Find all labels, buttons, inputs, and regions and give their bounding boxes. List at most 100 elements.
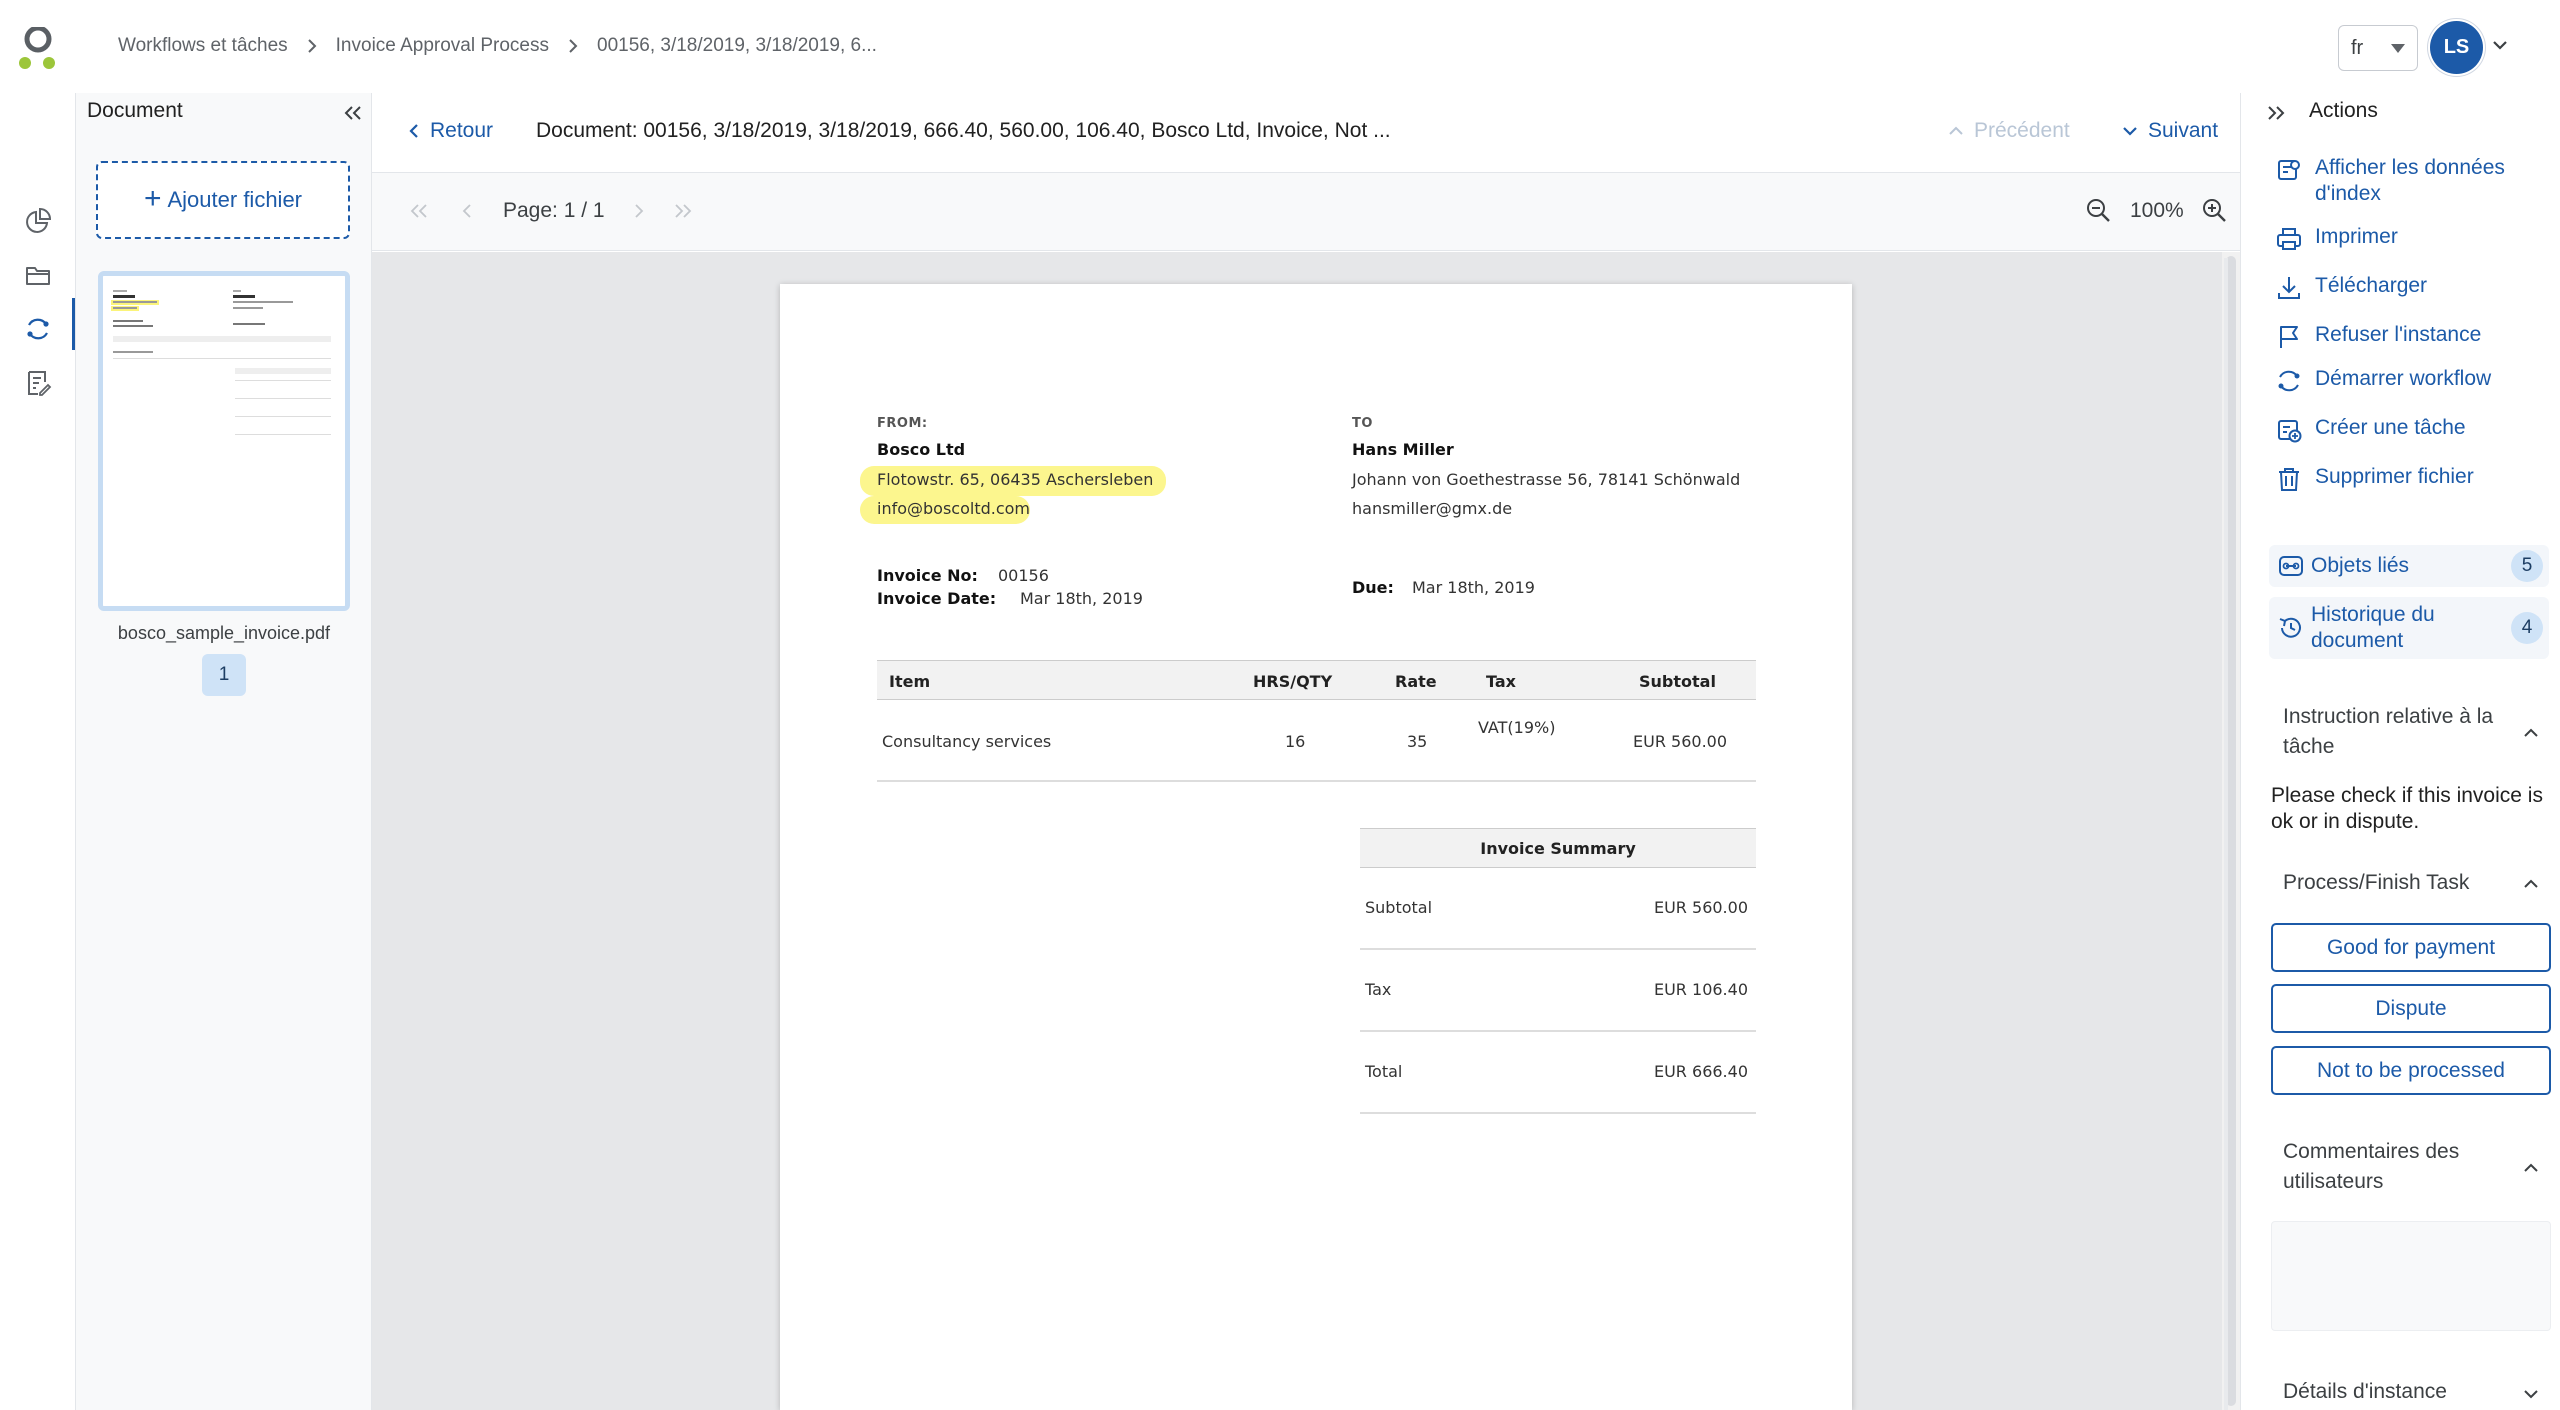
language-value: fr bbox=[2351, 36, 2364, 59]
action-print[interactable]: Imprimer bbox=[2275, 224, 2398, 253]
folder-icon[interactable] bbox=[20, 257, 56, 293]
document-file-name[interactable]: bosco_sample_invoice.pdf bbox=[76, 623, 372, 644]
viewer-scrollbar[interactable] bbox=[2224, 258, 2228, 1410]
action-label: Démarrer workflow bbox=[2315, 367, 2492, 390]
good-for-payment-button[interactable]: Good for payment bbox=[2271, 923, 2551, 972]
column-header: Item bbox=[889, 672, 931, 691]
workflow-icon bbox=[2278, 370, 2300, 392]
column-header: HRS/QTY bbox=[1253, 672, 1333, 691]
action-refuse-instance[interactable]: Refuser l'instance bbox=[2275, 322, 2481, 351]
breadcrumb: Workflows et tâches Invoice Approval Pro… bbox=[118, 31, 877, 61]
index-data-icon bbox=[2278, 160, 2300, 180]
document-thumbnail[interactable] bbox=[98, 271, 350, 611]
action-download[interactable]: Télécharger bbox=[2275, 273, 2427, 302]
comments-area[interactable] bbox=[2271, 1221, 2551, 1331]
rate-cell: 35 bbox=[1407, 732, 1428, 751]
previous-page-icon[interactable] bbox=[456, 202, 478, 220]
action-delete-file[interactable]: Supprimer fichier bbox=[2275, 464, 2474, 493]
app-logo[interactable] bbox=[18, 27, 58, 71]
summary-value: EUR 666.40 bbox=[1653, 1062, 1748, 1081]
summary-label: Total bbox=[1365, 1062, 1403, 1081]
avatar[interactable]: LS bbox=[2430, 21, 2483, 74]
caret-down-icon bbox=[2391, 44, 2405, 53]
summary-value: EUR 106.40 bbox=[1653, 980, 1748, 999]
action-label: Créer une tâche bbox=[2315, 416, 2466, 439]
viewer-toolbar: Page: 1 / 1 100% bbox=[372, 173, 2240, 251]
chevron-up-icon[interactable] bbox=[2523, 879, 2539, 889]
next-page-icon[interactable] bbox=[628, 202, 650, 220]
document-history-button[interactable]: Historique du document 4 bbox=[2269, 597, 2549, 659]
expand-right-icon[interactable] bbox=[2265, 103, 2287, 123]
table-row: Tax EUR 106.40 bbox=[1360, 950, 1756, 1032]
linked-objects-count: 5 bbox=[2511, 550, 2543, 582]
to-name: Hans Miller bbox=[1352, 440, 1454, 459]
collapse-left-icon[interactable] bbox=[342, 103, 364, 123]
previous-button[interactable]: Précédent bbox=[1948, 119, 2070, 143]
chevron-down-icon[interactable] bbox=[2523, 1389, 2539, 1399]
invoice-page: FROM: Bosco Ltd Flotowstr. 65, 06435 Asc… bbox=[780, 284, 1852, 1410]
action-start-workflow[interactable]: Démarrer workflow bbox=[2275, 366, 2491, 395]
tasks-icon[interactable] bbox=[20, 365, 56, 401]
add-file-label: Ajouter fichier bbox=[167, 187, 303, 212]
chevron-down-icon[interactable] bbox=[2492, 40, 2508, 50]
next-button[interactable]: Suivant bbox=[2122, 119, 2218, 143]
invoice-date-label: Invoice Date: bbox=[877, 589, 997, 608]
history-icon bbox=[2279, 617, 2301, 638]
to-address: Johann von Goethestrasse 56, 78141 Schön… bbox=[1352, 470, 1741, 489]
not-to-be-processed-button[interactable]: Not to be processed bbox=[2271, 1046, 2551, 1095]
page-indicator: Page: 1 / 1 bbox=[503, 199, 605, 222]
from-name: Bosco Ltd bbox=[877, 440, 966, 459]
invoice-no-label: Invoice No: bbox=[877, 566, 978, 585]
instance-details-title[interactable]: Détails d'instance bbox=[2283, 1377, 2447, 1407]
zoom-out-icon[interactable] bbox=[2084, 196, 2112, 224]
next-label: Suivant bbox=[2148, 119, 2219, 142]
from-email: info@boscoltd.com bbox=[877, 499, 1031, 518]
history-count: 4 bbox=[2511, 612, 2543, 644]
chevron-right-icon bbox=[569, 39, 578, 53]
linked-objects-label: Objets liés bbox=[2311, 554, 2410, 577]
summary-label: Subtotal bbox=[1365, 898, 1433, 917]
actions-title: Actions bbox=[2309, 99, 2378, 122]
linked-objects-button[interactable]: Objets liés 5 bbox=[2269, 545, 2549, 587]
zoom-in-icon[interactable] bbox=[2200, 196, 2228, 224]
workflow-icon[interactable] bbox=[20, 311, 56, 347]
item-cell: Consultancy services bbox=[882, 732, 1052, 751]
chevron-up-icon[interactable] bbox=[2523, 728, 2539, 738]
add-file-button[interactable]: + Ajouter fichier bbox=[96, 161, 350, 239]
table-row: Subtotal EUR 560.00 bbox=[1360, 868, 1756, 950]
tax-cell: VAT(19%) bbox=[1478, 718, 1556, 737]
document-panel: Document + Ajouter fichier bosco_sample_… bbox=[76, 93, 372, 1410]
chevron-up-icon[interactable] bbox=[2523, 1163, 2539, 1173]
action-create-task[interactable]: Créer une tâche bbox=[2275, 415, 2466, 444]
chevron-up-icon bbox=[1949, 126, 1963, 135]
back-button[interactable]: Retour bbox=[408, 119, 493, 143]
flag-icon bbox=[2280, 326, 2298, 348]
comments-section-title[interactable]: Commentaires des utilisateurs bbox=[2283, 1137, 2503, 1197]
printer-icon bbox=[2277, 228, 2301, 250]
dispute-button[interactable]: Dispute bbox=[2271, 984, 2551, 1033]
column-header: Tax bbox=[1486, 672, 1516, 691]
action-show-index-data[interactable]: Afficher les données d'index bbox=[2275, 155, 2545, 207]
breadcrumb-document: 00156, 3/18/2019, 3/18/2019, 6... bbox=[597, 35, 877, 56]
previous-label: Précédent bbox=[1974, 119, 2070, 142]
actions-panel: Actions Afficher les données d'index Imp… bbox=[2240, 93, 2560, 1410]
summary-header: Invoice Summary bbox=[1360, 828, 1756, 868]
create-task-icon bbox=[2278, 420, 2302, 443]
language-select[interactable]: fr bbox=[2338, 25, 2418, 71]
column-header: Rate bbox=[1395, 672, 1437, 691]
dashboard-icon[interactable] bbox=[20, 203, 56, 239]
instruction-section-title[interactable]: Instruction relative à la tâche bbox=[2283, 702, 2503, 762]
chevron-right-icon bbox=[307, 39, 317, 53]
instruction-text: Please check if this invoice is ok or in… bbox=[2271, 784, 2543, 833]
first-page-icon[interactable] bbox=[408, 202, 430, 220]
trash-icon bbox=[2279, 468, 2299, 491]
last-page-icon[interactable] bbox=[672, 202, 694, 220]
from-label: FROM: bbox=[877, 416, 928, 431]
process-section-title[interactable]: Process/Finish Task bbox=[2283, 868, 2469, 898]
subtotal-cell: EUR 560.00 bbox=[1633, 732, 1728, 751]
table-row: Total EUR 666.40 bbox=[1360, 1032, 1756, 1114]
breadcrumb-process[interactable]: Invoice Approval Process bbox=[336, 35, 549, 57]
qty-cell: 16 bbox=[1285, 732, 1306, 751]
to-label: TO bbox=[1352, 416, 1373, 431]
breadcrumb-workflows[interactable]: Workflows et tâches bbox=[118, 35, 288, 57]
